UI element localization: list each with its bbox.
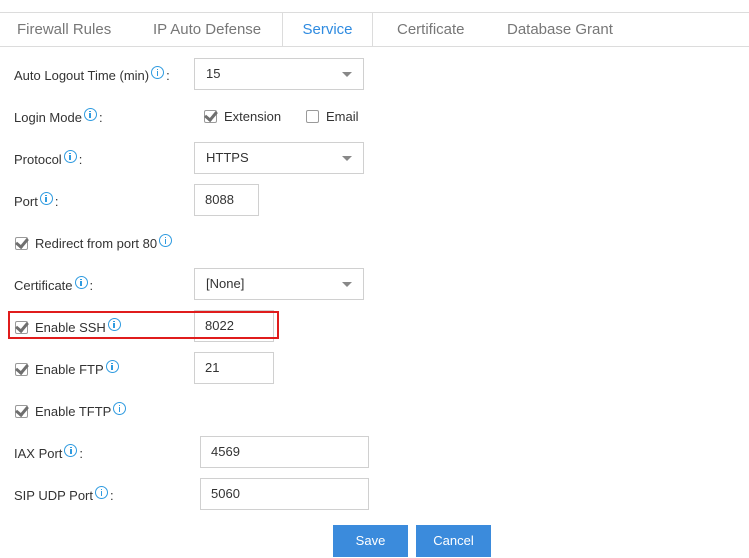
protocol-select[interactable]: HTTPS: [194, 142, 364, 174]
tftp-option[interactable]: Enable TFTP: [15, 401, 127, 421]
cancel-button[interactable]: Cancel: [416, 525, 491, 557]
info-icon[interactable]: [159, 234, 173, 247]
login-mode-email-option[interactable]: Email: [306, 106, 359, 126]
info-icon[interactable]: [63, 150, 77, 163]
port-label: Port :: [14, 191, 58, 211]
tftp-label: Enable TFTP: [35, 403, 112, 419]
tftp-checkbox[interactable]: [15, 404, 28, 418]
redirect-option[interactable]: Redirect from port 80: [15, 233, 173, 253]
login-mode-label-text: Login Mode: [14, 109, 82, 125]
extension-label: Extension: [224, 108, 282, 124]
colon: :: [54, 193, 59, 209]
tab-service[interactable]: Service: [282, 12, 373, 46]
info-icon[interactable]: [83, 108, 97, 121]
tab-ip-auto-defense[interactable]: IP Auto Defense: [153, 13, 261, 46]
colon: :: [79, 445, 84, 461]
chevron-down-icon: [342, 72, 352, 77]
port-label-text: Port: [14, 193, 38, 209]
email-label: Email: [326, 108, 359, 124]
info-icon[interactable]: [105, 360, 119, 373]
info-icon[interactable]: [39, 192, 53, 205]
info-icon[interactable]: [64, 444, 78, 457]
sip-udp-port-label: SIP UDP Port :: [14, 485, 114, 505]
sip-udp-port-label-text: SIP UDP Port: [14, 487, 93, 503]
info-icon[interactable]: [74, 276, 88, 289]
tab-firewall-rules[interactable]: Firewall Rules: [17, 13, 111, 46]
extension-checkbox[interactable]: [204, 109, 217, 123]
ssh-option[interactable]: Enable SSH: [15, 317, 121, 337]
ssh-label: Enable SSH: [35, 319, 106, 335]
iax-port-label-text: IAX Port: [14, 445, 63, 461]
sip-udp-port-input[interactable]: 5060: [200, 478, 369, 510]
login-mode-extension-option[interactable]: Extension: [204, 106, 281, 126]
certificate-label: Certificate :: [14, 275, 93, 295]
ftp-label: Enable FTP: [35, 361, 104, 377]
redirect-label: Redirect from port 80: [35, 235, 158, 251]
auto-logout-label-text: Auto Logout Time (min): [14, 67, 150, 83]
colon: :: [110, 487, 114, 503]
info-icon[interactable]: [95, 486, 108, 499]
auto-logout-label: Auto Logout Time (min) :: [14, 65, 170, 85]
tab-bar: Firewall Rules IP Auto Defense Service C…: [0, 12, 749, 47]
redirect-checkbox[interactable]: [15, 236, 28, 250]
certificate-select[interactable]: [None]: [194, 268, 364, 300]
certificate-label-text: Certificate: [14, 277, 73, 293]
chevron-down-icon: [342, 282, 352, 287]
iax-port-input[interactable]: 4569: [200, 436, 369, 468]
info-icon[interactable]: [113, 402, 127, 415]
email-checkbox[interactable]: [306, 109, 319, 123]
protocol-value: HTTPS: [206, 150, 249, 165]
colon: :: [98, 109, 103, 125]
login-mode-label: Login Mode :: [14, 107, 103, 127]
auto-logout-value: 15: [206, 66, 221, 81]
colon: :: [89, 277, 94, 293]
protocol-label: Protocol :: [14, 149, 82, 169]
colon: :: [78, 151, 83, 167]
ssh-checkbox[interactable]: [15, 320, 28, 334]
ftp-option[interactable]: Enable FTP: [15, 359, 119, 379]
save-button[interactable]: Save: [333, 525, 408, 557]
ftp-checkbox[interactable]: [15, 362, 28, 376]
chevron-down-icon: [342, 156, 352, 161]
tab-database-grant[interactable]: Database Grant: [507, 13, 613, 46]
info-icon[interactable]: [151, 66, 165, 79]
auto-logout-select[interactable]: 15: [194, 58, 364, 90]
tab-certificate[interactable]: Certificate: [397, 13, 465, 46]
protocol-label-text: Protocol: [14, 151, 62, 167]
port-input[interactable]: 8088: [194, 184, 259, 216]
info-icon[interactable]: [107, 318, 121, 331]
colon: :: [166, 67, 170, 83]
iax-port-label: IAX Port :: [14, 443, 83, 463]
ftp-port-input[interactable]: 21: [194, 352, 274, 384]
certificate-value: [None]: [206, 276, 245, 291]
